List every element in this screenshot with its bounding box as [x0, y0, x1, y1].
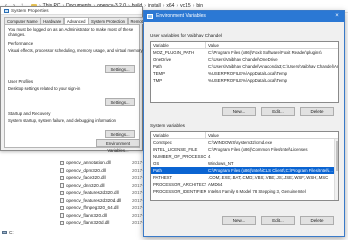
tab-system-protection[interactable]: System Protection [88, 17, 128, 24]
vertical-scrollbar[interactable] [334, 139, 338, 200]
breadcrumb-item[interactable]: vc15 [180, 3, 191, 9]
breadcrumb-item[interactable]: x64 [166, 3, 174, 9]
user-profiles-settings-button[interactable]: Settings... [105, 98, 135, 106]
table-row[interactable]: MOZ_PLUGIN_PATH C:\Program Files (x86)\Fo… [151, 49, 338, 56]
system-new-button[interactable]: New... [222, 216, 256, 225]
scrollbar-thumb[interactable] [335, 141, 338, 171]
table-row[interactable]: OneDrive C:\Users\Vaibhav Chandel\OneDriv… [151, 56, 338, 63]
startup-recovery-settings-button[interactable]: Settings... [105, 130, 135, 138]
system-variables-table: Variable Value ComSpec C:\WINDOWS\system3… [150, 131, 339, 201]
system-properties-dialog: System Properties Computer Name Hardware… [0, 6, 149, 153]
table-header: Variable Value [151, 42, 338, 49]
dll-file-icon [60, 183, 64, 188]
breadcrumb-item[interactable]: bin [196, 3, 203, 9]
table-row[interactable]: INTEL_LICENSE_FILE C:\Program Files (x86)… [151, 146, 338, 153]
tab-strip: Computer Name Hardware Advanced System P… [1, 15, 149, 25]
table-row[interactable]: OS Windows_NT [151, 160, 338, 167]
dll-file-icon [60, 190, 64, 195]
column-header-value[interactable]: Value [206, 132, 338, 138]
drive-c-item[interactable]: C: [2, 230, 14, 235]
system-delete-button[interactable]: Delete [300, 216, 334, 225]
dialog-title-bar[interactable]: System Properties [1, 7, 142, 15]
user-variables-label: User variables for Vaibhav Chandel [150, 33, 222, 38]
monitor-icon [4, 8, 9, 13]
table-row[interactable]: PROCESSOR_ARCHITECTUREAMD64 [151, 181, 338, 188]
table-header: Variable Value [151, 132, 338, 139]
performance-settings-button[interactable]: Settings... [105, 65, 135, 73]
system-edit-button[interactable]: Edit... [261, 216, 295, 225]
startup-recovery-heading: Startup and Recovery [8, 111, 51, 116]
table-row[interactable]: ComSpec C:\WINDOWS\system32\cmd.exe [151, 139, 338, 146]
tab-hardware[interactable]: Hardware [40, 17, 65, 24]
window-icon [147, 14, 153, 19]
table-row-selected[interactable]: Path C:\Program Files (x86)\Intel\iCLS Cl… [151, 167, 338, 174]
dll-file-icon [60, 168, 64, 173]
user-new-button[interactable]: New... [222, 107, 256, 116]
user-variables-table: Variable Value MOZ_PLUGIN_PATH C:\Program… [150, 41, 339, 103]
user-profiles-description: Desktop settings related to your sign-in [8, 86, 81, 91]
dialog-title-bar[interactable]: Environment Variables × [144, 11, 344, 22]
environment-variables-dialog: Environment Variables × User variables f… [143, 10, 345, 237]
dll-file-icon [60, 205, 64, 210]
table-row[interactable]: PROCESSOR_IDENTIFIER Intel64 Family 6 Mod… [151, 188, 338, 195]
admin-note: You must be logged on as an Administrato… [8, 27, 134, 37]
dialog-title: System Properties [11, 8, 49, 13]
column-header-variable[interactable]: Variable [151, 42, 206, 48]
breadcrumb-item[interactable]: install [148, 3, 161, 9]
dll-file-icon [60, 213, 64, 218]
dll-file-icon [60, 198, 64, 203]
performance-description: Visual effects, processor scheduling, me… [8, 48, 143, 53]
column-header-value[interactable]: Value [206, 42, 338, 48]
dialog-title: Environment Variables [156, 13, 206, 19]
tab-computer-name[interactable]: Computer Name [4, 17, 41, 24]
table-row[interactable]: PATHEXT .COM;.EXE;.BAT;.CMD;.VBS;.VBE;.JS… [151, 174, 338, 181]
table-row[interactable]: NUMBER_OF_PROCESSORS4 [151, 153, 338, 160]
column-header-variable[interactable]: Variable [151, 132, 206, 138]
close-icon[interactable]: × [330, 11, 344, 22]
user-delete-button[interactable]: Delete [300, 107, 334, 116]
environment-variables-button[interactable]: Environment Variables... [96, 139, 140, 153]
startup-recovery-description: System startup, system failure, and debu… [8, 118, 116, 123]
system-variables-label: System variables [150, 123, 185, 128]
table-row[interactable]: TEMP %USERPROFILE%\AppData\Local\Temp [151, 70, 338, 77]
dll-file-icon [60, 175, 64, 180]
user-profiles-heading: User Profiles [8, 79, 34, 84]
advanced-tab-panel: You must be logged on as an Administrato… [4, 24, 143, 148]
user-edit-button[interactable]: Edit... [261, 107, 295, 116]
performance-heading: Performance [8, 41, 34, 46]
table-row[interactable]: Path C:\Users\Vaibhav Chandel\Anaconda3;C… [151, 63, 338, 70]
table-row[interactable]: TMP %USERPROFILE%\AppData\Local\Temp [151, 77, 338, 84]
dll-file-icon [60, 220, 64, 225]
drive-icon [2, 230, 7, 235]
dll-file-icon [60, 160, 64, 165]
